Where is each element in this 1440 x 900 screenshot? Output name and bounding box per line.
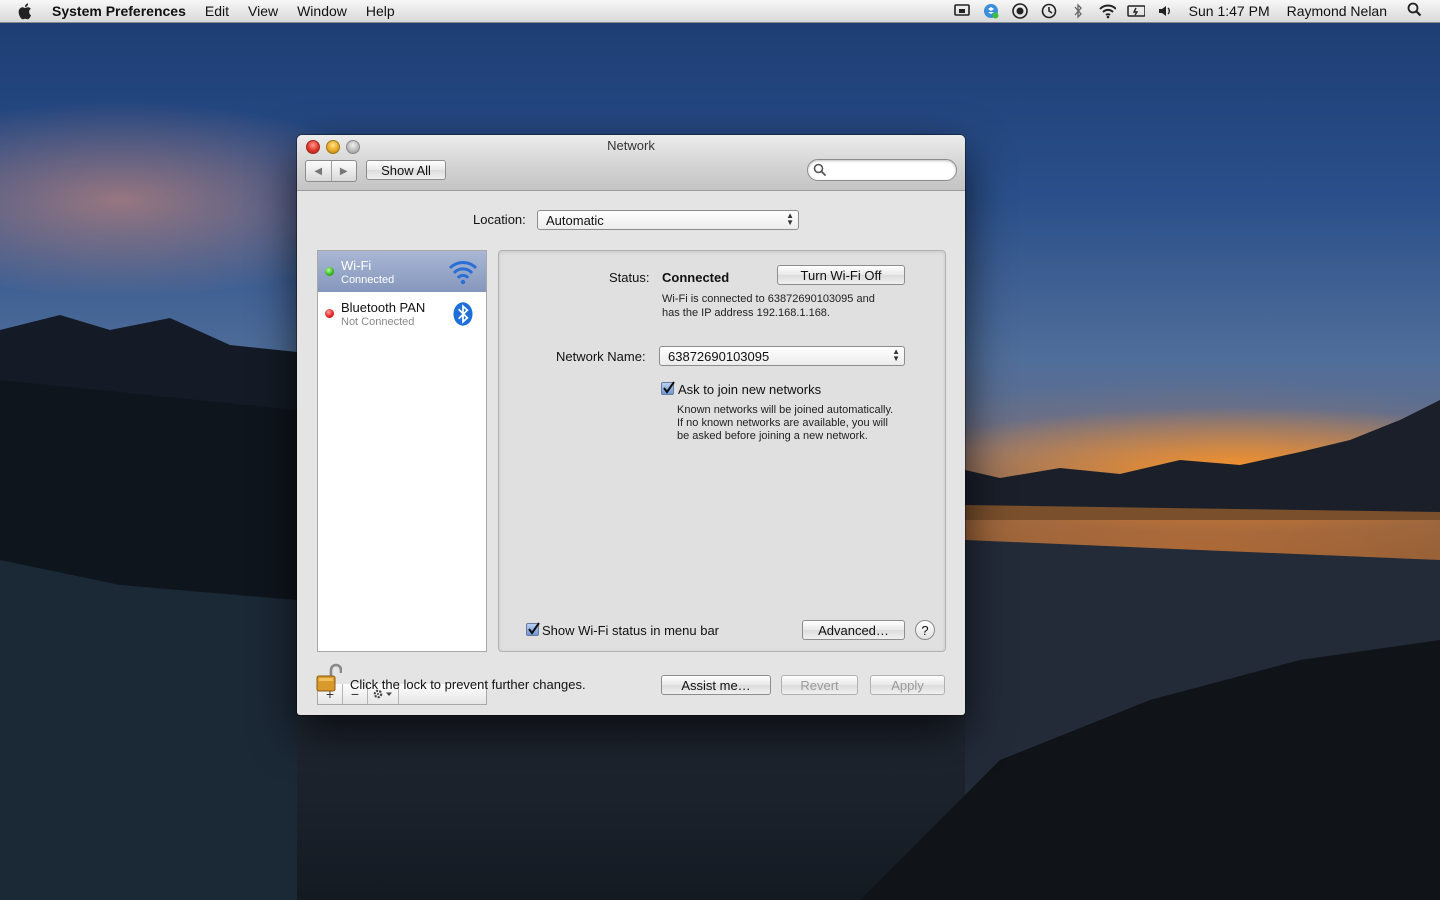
back-button[interactable]: ◀ <box>306 161 332 181</box>
show-wifi-status-checkbox[interactable] <box>526 622 540 636</box>
help-button[interactable]: ? <box>915 620 935 640</box>
dropbox-icon[interactable] <box>982 3 1000 19</box>
search-icon <box>813 163 827 177</box>
volume-icon[interactable] <box>1156 3 1174 19</box>
assist-me-button[interactable]: Assist me… <box>661 675 771 695</box>
wifi-detail-panel: Status: Connected Turn Wi-Fi Off Wi-Fi i… <box>498 250 946 652</box>
back-arrow-icon: ◀ <box>314 165 323 177</box>
network-preferences-window: Network ◀ ▶ Show All Location: Automatic… <box>297 135 965 715</box>
checkmark-icon <box>528 622 540 635</box>
turn-wifi-off-button[interactable]: Turn Wi-Fi Off <box>777 265 905 285</box>
service-name: Wi-Fi <box>341 258 372 273</box>
service-item-wifi[interactable]: Wi-Fi Connected <box>318 251 486 292</box>
status-label: Status: <box>609 270 650 285</box>
bluetooth-icon[interactable] <box>1069 3 1087 19</box>
checkmark-icon <box>663 381 675 394</box>
network-pane: Location: Automatic ▲ ▼ Wi-Fi Connected B… <box>297 191 965 715</box>
network-name-popup[interactable]: 63872690103095 ▲ ▼ <box>659 346 905 366</box>
forward-button[interactable]: ▶ <box>332 161 357 181</box>
search-field <box>807 159 957 181</box>
lock-message: Click the lock to prevent further change… <box>350 677 586 692</box>
service-name: Bluetooth PAN <box>341 300 426 315</box>
show-all-button[interactable]: Show All <box>366 160 446 180</box>
menu-user-name[interactable]: Raymond Nelan <box>1287 3 1387 19</box>
network-name-label: Network Name: <box>556 349 646 364</box>
apply-button[interactable]: Apply <box>870 675 945 695</box>
wifi-icon[interactable] <box>1098 3 1116 19</box>
bluetooth-icon <box>453 302 473 326</box>
show-wifi-status-label[interactable]: Show Wi-Fi status in menu bar <box>542 623 719 638</box>
popup-arrows-icon: ▲ ▼ <box>786 211 794 227</box>
spotlight-icon[interactable] <box>1407 2 1422 20</box>
record-icon[interactable] <box>1011 3 1029 19</box>
location-value: Automatic <box>546 212 604 228</box>
popup-arrows-icon: ▲ ▼ <box>892 347 900 363</box>
status-description-line-1: Wi-Fi is connected to 63872690103095 and <box>662 293 875 305</box>
ask-join-description-line-1: Known networks will be joined automatica… <box>677 404 894 416</box>
status-description-line-2: has the IP address 192.168.1.168. <box>662 307 830 319</box>
window-title: Network <box>607 138 655 153</box>
service-status: Not Connected <box>341 316 415 328</box>
network-name-value: 63872690103095 <box>668 348 770 364</box>
service-item-bluetooth-pan[interactable]: Bluetooth PAN Not Connected <box>318 293 486 334</box>
menu-clock[interactable]: Sun 1:47 PM <box>1189 3 1270 19</box>
ask-join-label[interactable]: Ask to join new networks <box>678 382 821 397</box>
time-machine-icon[interactable] <box>1040 3 1058 19</box>
status-dot-connected <box>325 267 334 276</box>
menu-edit[interactable]: Edit <box>205 3 229 19</box>
menu-help[interactable]: Help <box>366 3 395 19</box>
revert-button[interactable]: Revert <box>781 675 858 695</box>
service-list: Wi-Fi Connected Bluetooth PAN Not Connec… <box>317 250 487 652</box>
menu-window[interactable]: Window <box>297 3 347 19</box>
ask-join-description-line-2: If no known networks are available, you … <box>677 417 888 429</box>
window-toolbar: Network ◀ ▶ Show All <box>297 135 965 191</box>
advanced-button[interactable]: Advanced… <box>802 620 905 640</box>
menu-view[interactable]: View <box>248 3 278 19</box>
battery-icon[interactable] <box>1126 3 1145 19</box>
status-dot-not-connected <box>325 309 334 318</box>
apple-menu-icon[interactable] <box>18 2 34 20</box>
menu-app-name[interactable]: System Preferences <box>52 3 186 19</box>
search-input[interactable] <box>832 162 950 178</box>
screen-mirroring-icon[interactable] <box>953 3 971 19</box>
service-status: Connected <box>341 274 395 286</box>
forward-arrow-icon: ▶ <box>339 165 348 177</box>
back-forward-control: ◀ ▶ <box>305 160 357 182</box>
status-value: Connected <box>662 270 730 285</box>
ask-join-checkbox[interactable] <box>661 381 675 395</box>
lock-icon[interactable] <box>316 663 342 693</box>
location-label: Location: <box>473 212 526 227</box>
ask-join-description-line-3: be asked before joining a new network. <box>677 430 868 442</box>
menu-bar: System Preferences Edit View Window Help… <box>0 0 1440 23</box>
location-popup[interactable]: Automatic ▲ ▼ <box>537 210 799 230</box>
wifi-icon <box>448 261 478 285</box>
